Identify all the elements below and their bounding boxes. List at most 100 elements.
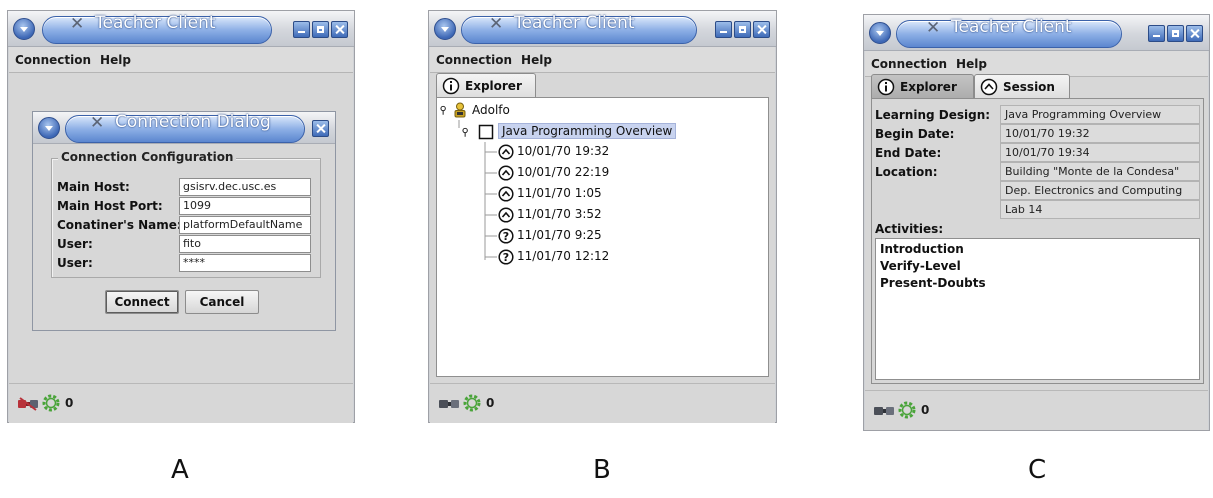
- maximize-icon[interactable]: [1167, 25, 1184, 42]
- window-b: ✕ Teacher Client Connection Help Explore…: [428, 10, 777, 423]
- tab-explorer[interactable]: Explorer: [871, 74, 974, 98]
- teacher-user-icon: [454, 102, 466, 118]
- main-host-port-input[interactable]: 1099: [179, 197, 311, 215]
- end-date-value: 10/01/70 19:34: [1000, 143, 1200, 162]
- svg-text:?: ?: [503, 230, 509, 243]
- activity-item[interactable]: Introduction: [880, 241, 1195, 258]
- window-menu-icon[interactable]: [869, 22, 891, 44]
- status-bar: 0: [865, 390, 1208, 430]
- window-c: ✕ Teacher Client Connection Help Explore…: [863, 14, 1210, 431]
- close-icon[interactable]: [331, 21, 348, 38]
- menu-connection[interactable]: Connection: [871, 57, 947, 71]
- tree-design-label[interactable]: Java Programming Overview: [498, 123, 677, 139]
- status-bar: 0: [430, 383, 775, 423]
- session-unknown-icon: ?: [498, 249, 514, 265]
- gear-icon: [42, 394, 60, 412]
- status-bar: 0: [9, 383, 353, 423]
- activity-item[interactable]: Present-Doubts: [880, 275, 1195, 292]
- window-a: ✕ Teacher Client Connection Help ✕ Conne…: [7, 10, 355, 423]
- menu-help[interactable]: Help: [100, 53, 131, 67]
- window-title: Teacher Client: [951, 17, 1072, 37]
- connected-plug-icon: [874, 407, 894, 415]
- dialog-controls: [312, 120, 329, 137]
- session-started-icon: [498, 186, 514, 202]
- location-value: Building "Monte de la Condesa": [1000, 162, 1200, 181]
- caption-c: C: [1028, 455, 1047, 485]
- main-host-port-label: Main Host Port:: [57, 199, 163, 213]
- session-item[interactable]: 11/01/70 12:12: [517, 249, 609, 263]
- tab-session[interactable]: Session: [974, 74, 1070, 98]
- user-label: User:: [57, 237, 93, 251]
- window-controls: [293, 21, 348, 38]
- minimize-icon[interactable]: [1148, 25, 1165, 42]
- menu-help[interactable]: Help: [521, 53, 552, 67]
- window-menu-icon[interactable]: [434, 18, 456, 40]
- begin-date-label: Begin Date:: [875, 127, 955, 141]
- location-label: Location:: [875, 165, 938, 179]
- session-item[interactable]: 11/01/70 9:25: [517, 228, 602, 242]
- tab-session-label: Session: [1003, 80, 1055, 94]
- main-host-label: Main Host:: [57, 180, 130, 194]
- session-item[interactable]: 10/01/70 19:32: [517, 144, 609, 158]
- session-started-icon: [498, 207, 514, 223]
- expand-toggle-icon[interactable]: [440, 104, 450, 118]
- maximize-icon[interactable]: [734, 21, 751, 38]
- minimize-icon[interactable]: [715, 21, 732, 38]
- menu-connection[interactable]: Connection: [436, 53, 512, 67]
- tree-lines: [458, 120, 497, 260]
- title-bar[interactable]: ✕ Teacher Client: [429, 11, 776, 47]
- minimize-icon[interactable]: [293, 21, 310, 38]
- connect-button[interactable]: Connect: [105, 290, 179, 314]
- window-title: Teacher Client: [514, 13, 635, 33]
- main-host-input[interactable]: gsisrv.dec.usc.es: [179, 178, 311, 196]
- dialog-title: Connection Dialog: [115, 112, 271, 132]
- session-item[interactable]: 11/01/70 1:05: [517, 186, 602, 200]
- password-input[interactable]: ****: [179, 254, 311, 272]
- expand-toggle-icon[interactable]: [462, 126, 472, 140]
- activities-label: Activities:: [875, 222, 944, 236]
- close-icon[interactable]: [753, 21, 770, 38]
- tab-explorer[interactable]: Explorer: [436, 73, 536, 97]
- dialog-title-bar[interactable]: ✕ Connection Dialog: [33, 112, 335, 144]
- maximize-icon[interactable]: [312, 21, 329, 38]
- app-x-icon: ✕: [70, 14, 85, 34]
- menu-help[interactable]: Help: [956, 57, 987, 71]
- dialog-close-icon[interactable]: [312, 120, 329, 137]
- status-count: 0: [921, 403, 930, 417]
- window-menu-icon[interactable]: [13, 18, 35, 40]
- container-name-input[interactable]: platformDefaultName: [179, 216, 311, 234]
- connection-dialog: ✕ Connection Dialog Connection Configura…: [32, 111, 336, 331]
- session-unknown-icon: ?: [498, 228, 514, 244]
- location-department: Dep. Electronics and Computing: [1000, 181, 1200, 200]
- session-item[interactable]: 11/01/70 3:52: [517, 207, 602, 221]
- session-item[interactable]: 10/01/70 22:19: [517, 165, 609, 179]
- close-icon[interactable]: [1186, 25, 1203, 42]
- title-bar[interactable]: ✕ Teacher Client: [864, 15, 1209, 51]
- explorer-tree-panel: Adolfo Java Programming Overview 10/01/7…: [436, 97, 769, 377]
- tab-explorer-label: Explorer: [465, 79, 522, 93]
- status-count: 0: [65, 396, 74, 410]
- user-input[interactable]: fito: [179, 235, 311, 253]
- title-bar[interactable]: ✕ Teacher Client: [8, 11, 354, 47]
- location-room: Lab 14: [1000, 200, 1200, 219]
- app-x-icon: ✕: [926, 18, 941, 38]
- cancel-button[interactable]: Cancel: [185, 290, 259, 314]
- menu-bar: Connection Help: [430, 47, 775, 73]
- session-icon: [980, 78, 998, 96]
- begin-date-value: 10/01/70 19:32: [1000, 124, 1200, 143]
- caption-b: B: [593, 455, 611, 485]
- app-x-icon: ✕: [489, 14, 504, 34]
- gear-icon: [463, 394, 481, 412]
- activities-list: Introduction Verify-Level Present-Doubts: [875, 238, 1200, 380]
- tree-user-label[interactable]: Adolfo: [472, 103, 510, 117]
- tab-explorer-label: Explorer: [900, 80, 957, 94]
- learning-design-value: Java Programming Overview: [1000, 105, 1200, 124]
- info-icon: [442, 77, 460, 95]
- menu-connection[interactable]: Connection: [15, 53, 91, 67]
- info-icon: [877, 78, 895, 96]
- dialog-menu-icon[interactable]: [38, 117, 60, 139]
- gear-icon: [898, 401, 916, 419]
- group-title: Connection Configuration: [58, 150, 237, 164]
- activity-item[interactable]: Verify-Level: [880, 258, 1195, 275]
- status-count: 0: [486, 396, 495, 410]
